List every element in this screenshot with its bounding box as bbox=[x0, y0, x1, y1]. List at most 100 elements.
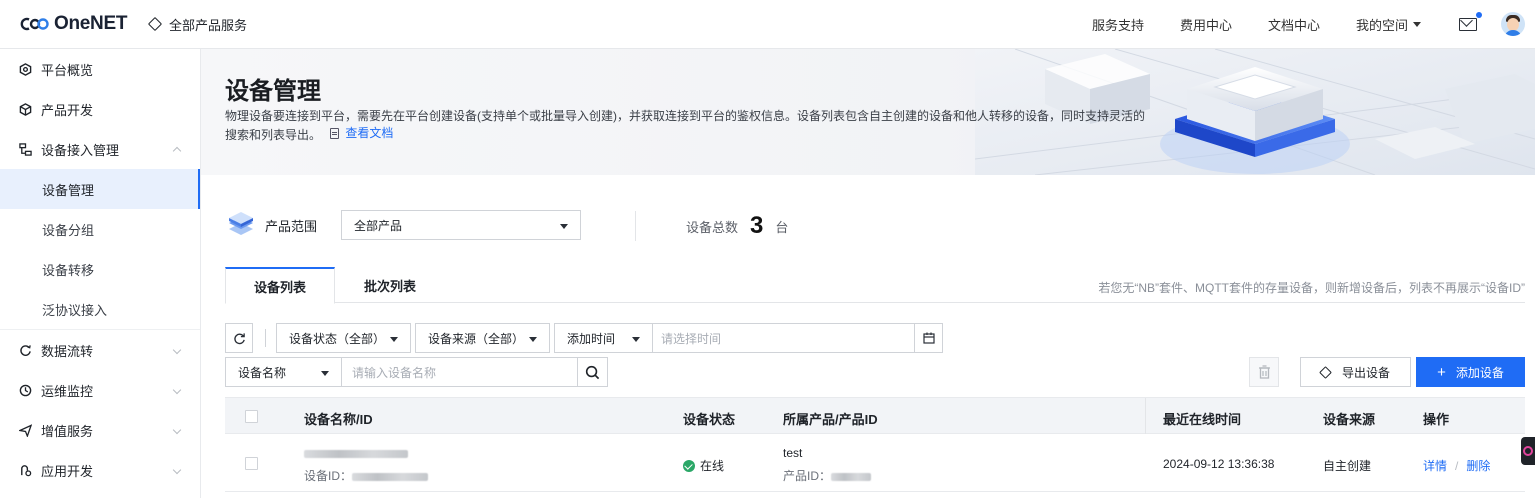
online-check-icon bbox=[683, 459, 695, 472]
device-status-filter-value: 设备状态（全部） bbox=[289, 331, 386, 346]
view-docs-link[interactable]: 查看文档 bbox=[324, 125, 393, 142]
tab-device-list[interactable]: 设备列表 bbox=[225, 267, 335, 304]
date-picker-input[interactable]: 请选择时间 bbox=[653, 323, 943, 353]
device-source-filter[interactable]: 设备来源（全部） bbox=[415, 323, 550, 353]
caret-down-icon bbox=[529, 337, 537, 342]
sidebar-item-device-access[interactable]: 设备接入管理 bbox=[0, 129, 200, 169]
nav-link-billing-center[interactable]: 费用中心 bbox=[1180, 15, 1232, 34]
sidebar-item-label: 平台概览 bbox=[41, 62, 94, 78]
product-id-label: 产品ID： bbox=[783, 469, 832, 483]
plus-icon: + bbox=[1437, 363, 1446, 381]
onenet-logo-icon bbox=[20, 16, 50, 32]
chevron-down-icon bbox=[172, 465, 182, 475]
data-flow-icon bbox=[17, 342, 33, 358]
search-field-select[interactable]: 设备名称 bbox=[225, 357, 342, 387]
caret-down-icon bbox=[632, 337, 640, 342]
product-scope-icon bbox=[229, 212, 253, 235]
export-devices-button[interactable]: 导出设备 bbox=[1300, 357, 1411, 387]
device-name-search-input[interactable]: 请输入设备名称 bbox=[342, 357, 578, 387]
device-name-search-placeholder: 请输入设备名称 bbox=[352, 365, 437, 380]
search-field-value: 设备名称 bbox=[238, 365, 287, 380]
sidebar-item-product-dev[interactable]: 产品开发 bbox=[0, 89, 200, 129]
page-description: 物理设备要连接到平台，需要先在平台创建设备(支持单个或批量导入创建)，并获取连接… bbox=[225, 108, 1155, 144]
search-bar: 设备名称 请输入设备名称 bbox=[225, 357, 608, 387]
view-docs-label: 查看文档 bbox=[345, 126, 394, 140]
divider bbox=[635, 211, 636, 241]
search-icon bbox=[585, 365, 600, 379]
diamond-icon bbox=[147, 16, 163, 32]
sidebar-item-app-dev[interactable]: 应用开发 bbox=[0, 450, 200, 490]
my-space-label: 我的空间 bbox=[1355, 17, 1408, 33]
tab-batch-list[interactable]: 批次列表 bbox=[335, 267, 445, 303]
send-icon bbox=[17, 422, 33, 438]
column-divider bbox=[1145, 398, 1146, 434]
batch-delete-button[interactable] bbox=[1249, 357, 1279, 387]
nav-link-doc-center[interactable]: 文档中心 bbox=[1268, 15, 1320, 34]
row-actions: 详情 / 删除 bbox=[1423, 457, 1490, 474]
sidebar: 平台概览 产品开发 设备接入管理 设备管理 设备分组 设备转移 泛协议接入 数据… bbox=[0, 49, 201, 498]
sidebar-item-ops-monitor[interactable]: 运维监控 bbox=[0, 370, 200, 410]
monitor-clock-icon bbox=[17, 382, 33, 398]
caret-down-icon bbox=[560, 224, 569, 229]
sidebar-subitem-device-management[interactable]: 设备管理 bbox=[0, 169, 200, 209]
sidebar-item-overview[interactable]: 平台概览 bbox=[0, 49, 200, 89]
logo-text: OneNET bbox=[54, 13, 128, 34]
nav-link-service-support[interactable]: 服务支持 bbox=[1092, 15, 1144, 34]
time-type-select[interactable]: 添加时间 bbox=[554, 323, 653, 353]
refresh-icon bbox=[233, 332, 245, 344]
floating-assistant-button[interactable] bbox=[1521, 437, 1535, 465]
product-scope-row: 产品范围 全部产品 bbox=[225, 208, 582, 242]
device-source: 自主创建 bbox=[1323, 459, 1372, 473]
action-separator: / bbox=[1455, 459, 1459, 473]
sidebar-item-label: 应用开发 bbox=[41, 463, 94, 479]
date-picker-placeholder: 请选择时间 bbox=[661, 331, 722, 346]
product-name: test bbox=[783, 446, 803, 460]
device-id-label: 设备ID： bbox=[304, 469, 353, 483]
sidebar-subitem-device-group[interactable]: 设备分组 bbox=[0, 209, 200, 249]
hexagon-icon bbox=[17, 61, 33, 77]
list-tabs: 设备列表 批次列表 若您无“NB”套件、MQTT套件的存量设备，则新增设备后，列… bbox=[225, 267, 1525, 304]
select-all-checkbox[interactable] bbox=[245, 410, 258, 423]
app-dev-icon bbox=[17, 462, 33, 478]
device-status-cell: 在线 bbox=[683, 457, 724, 474]
mail-icon[interactable] bbox=[1459, 11, 1482, 31]
search-button[interactable] bbox=[578, 357, 608, 387]
device-status-filter[interactable]: 设备状态（全部） bbox=[276, 323, 411, 353]
filter-separator bbox=[265, 329, 266, 347]
product-scope-select[interactable]: 全部产品 bbox=[341, 210, 582, 240]
device-name-redacted bbox=[304, 449, 408, 458]
sidebar-item-label: 产品开发 bbox=[41, 102, 94, 118]
description-line-2: 搜索和列表导出。 bbox=[225, 128, 322, 142]
sidebar-item-value-added[interactable]: 增值服务 bbox=[0, 410, 200, 450]
sidebar-item-data-flow[interactable]: 数据流转 bbox=[0, 330, 200, 370]
device-list-panel: 产品范围 全部产品 设备总数 3 台 设备列表 批次列表 若您无“NB”套件、M… bbox=[201, 175, 1535, 498]
product-id-cell: 产品ID： bbox=[783, 467, 872, 484]
refresh-button[interactable] bbox=[225, 323, 253, 353]
chevron-up-icon bbox=[172, 146, 182, 156]
sidebar-subitem-device-transfer[interactable]: 设备转移 bbox=[0, 249, 200, 289]
onenet-logo[interactable]: OneNET bbox=[20, 13, 140, 35]
avatar[interactable] bbox=[1501, 12, 1525, 36]
detail-link[interactable]: 详情 bbox=[1423, 459, 1447, 473]
delete-link[interactable]: 删除 bbox=[1466, 459, 1490, 473]
my-space-dropdown[interactable]: 我的空间 bbox=[1356, 15, 1421, 34]
add-device-button[interactable]: + 添加设备 bbox=[1416, 357, 1525, 387]
sidebar-subitem-generic-protocol[interactable]: 泛协议接入 bbox=[0, 289, 200, 329]
chevron-down-icon bbox=[172, 345, 182, 355]
calendar-icon[interactable] bbox=[914, 324, 942, 352]
column-header-last-online: 最近在线时间 bbox=[1163, 412, 1242, 427]
row-checkbox[interactable] bbox=[245, 457, 258, 470]
table-header: 设备名称/ID 设备状态 所属产品/产品ID 最近在线时间 设备来源 操作 bbox=[225, 397, 1525, 434]
device-status-text: 在线 bbox=[700, 459, 725, 473]
device-total-count: 3 bbox=[750, 212, 764, 239]
time-type-value: 添加时间 bbox=[567, 331, 616, 346]
device-source-filter-value: 设备来源（全部） bbox=[428, 331, 525, 346]
all-products-menu[interactable]: 全部产品服务 bbox=[147, 15, 247, 34]
column-header-product: 所属产品/产品ID bbox=[783, 412, 878, 427]
sidebar-item-label: 增值服务 bbox=[41, 423, 94, 439]
sidebar-item-label: 运维监控 bbox=[41, 383, 94, 399]
device-total: 设备总数 3 台 bbox=[686, 211, 788, 241]
description-line-1: 物理设备要连接到平台，需要先在平台创建设备(支持单个或批量导入创建)，并获取连接… bbox=[225, 109, 1145, 123]
sidebar-item-label: 数据流转 bbox=[41, 343, 94, 359]
assistant-icon bbox=[1523, 446, 1533, 456]
